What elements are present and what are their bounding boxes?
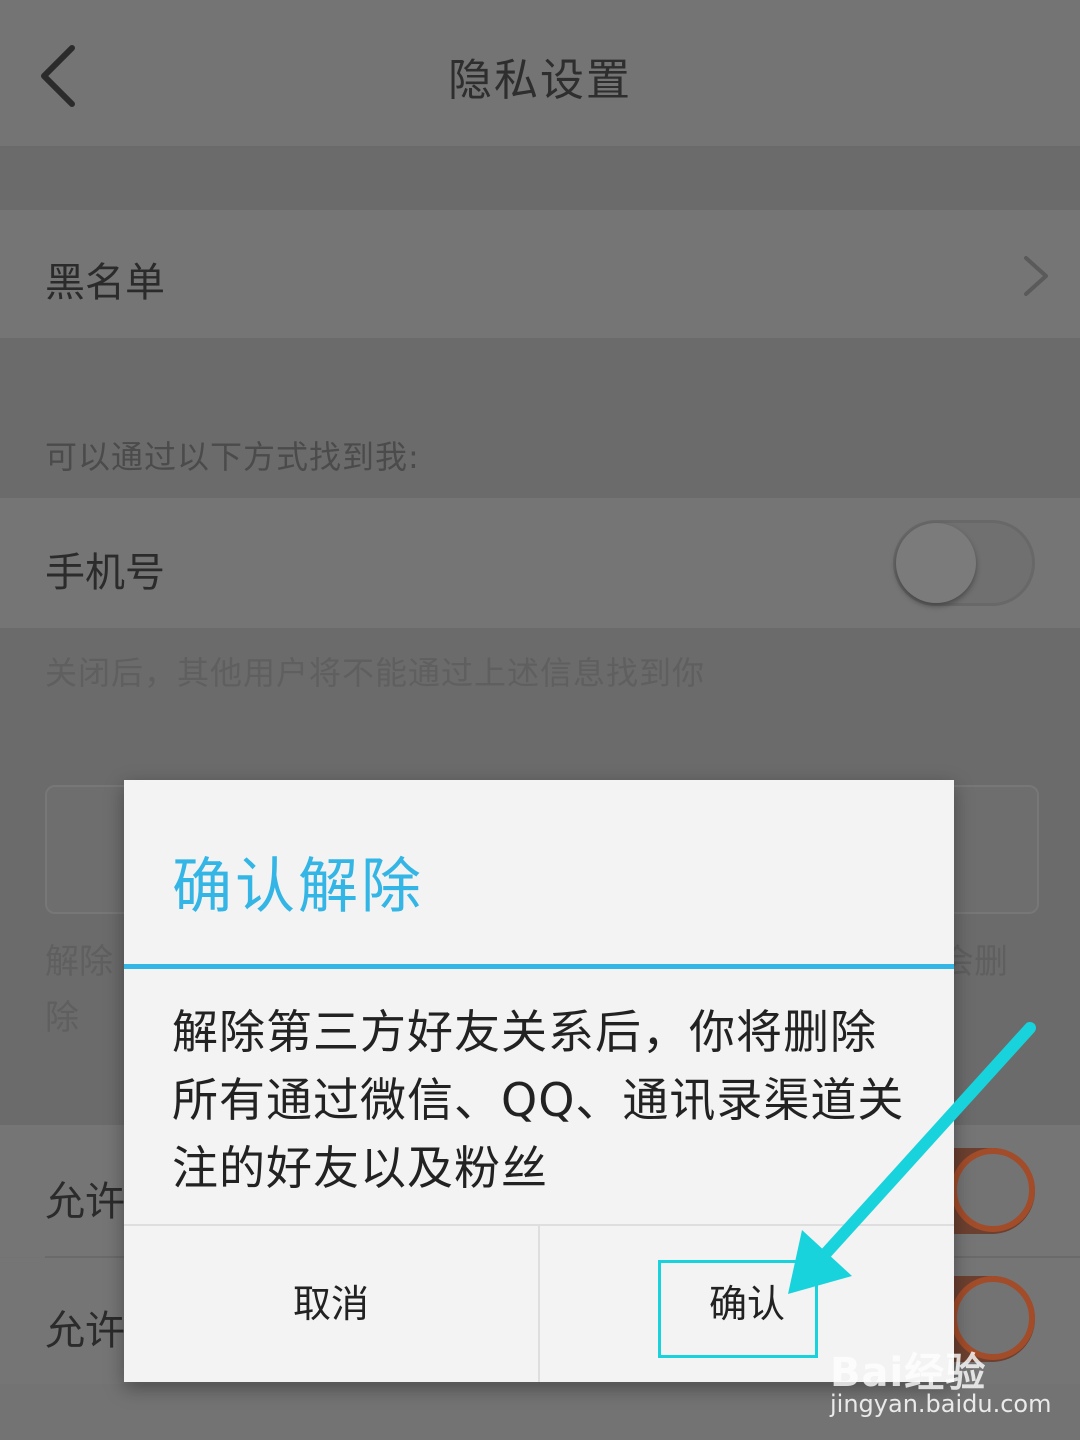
pointer-arrow-icon — [788, 1022, 1036, 1294]
watermark-url: jingyan.baidu.com — [830, 1390, 1052, 1418]
